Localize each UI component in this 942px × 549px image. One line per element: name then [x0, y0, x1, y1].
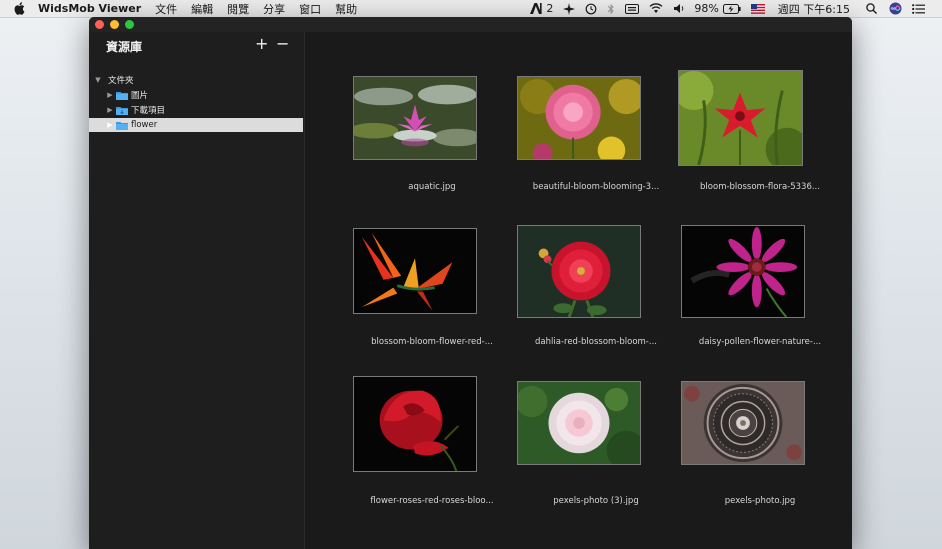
thumbnail-image-lotus[interactable]	[353, 76, 477, 160]
thumbnail-item[interactable]: dahlia-red-blossom-bloom-...	[514, 222, 678, 374]
thumbnail-item[interactable]: pexels-photo.jpg	[678, 370, 842, 522]
menu-window[interactable]: 窗口	[299, 1, 321, 17]
menu-bar: WidsMob Viewer 文件 編輯 閱覽 分享 窗口 幫助 2 98% 週…	[0, 0, 942, 18]
thumbnail-grid: aquatic.jpg beautiful-bloom-blooming-3..…	[305, 32, 852, 549]
thumbnail-caption: beautiful-bloom-blooming-3...	[532, 182, 660, 192]
remove-folder-button[interactable]: −	[276, 36, 289, 52]
disclosure-expanded-icon[interactable]: ▼	[94, 76, 102, 84]
disclosure-collapsed-icon[interactable]: ▶	[106, 121, 114, 129]
thumbnail-caption: pexels-photo (3).jpg	[553, 496, 639, 506]
library-sidebar: 資源庫 + − ▼ 文件夾 ▶ 圖片 ▶ 下載項目 ▶ flower	[89, 32, 305, 549]
tree-item-label: flower	[131, 120, 158, 130]
thumbnail-image-pink-daisy[interactable]	[681, 225, 805, 318]
library-title: 資源庫	[106, 40, 143, 54]
thumbnail-image-dome-ceiling[interactable]	[681, 381, 805, 465]
thumbnail-image-pink-dahlia[interactable]	[517, 76, 641, 160]
downloads-folder-icon	[116, 106, 128, 115]
menubar-clock[interactable]: 週四 下午6:15	[778, 1, 850, 17]
menu-share[interactable]: 分享	[263, 1, 285, 17]
thumbnail-caption: daisy-pollen-flower-nature-...	[698, 337, 822, 347]
minimize-window-button[interactable]	[110, 20, 119, 29]
menu-edit[interactable]: 編輯	[191, 1, 213, 17]
adobe-count: 2	[546, 2, 554, 15]
tree-root-folders[interactable]: ▼ 文件夾	[89, 73, 303, 87]
thumbnail-item[interactable]: blossom-bloom-flower-red-...	[350, 222, 514, 374]
us-flag-input-source-icon[interactable]	[750, 0, 765, 17]
battery-charging-icon[interactable]	[722, 0, 741, 17]
tree-item-label: 圖片	[131, 91, 149, 101]
tree-item-pictures[interactable]: ▶ 圖片	[89, 88, 303, 102]
wifi-icon[interactable]	[649, 0, 663, 17]
thumbnail-item[interactable]: pexels-photo (3).jpg	[514, 370, 678, 522]
thumbnail-item[interactable]: beautiful-bloom-blooming-3...	[514, 70, 678, 222]
thumbnail-item[interactable]: daisy-pollen-flower-nature-...	[678, 222, 842, 374]
thumbnail-item[interactable]: flower-roses-red-roses-bloo...	[350, 370, 514, 522]
tree-item-flower[interactable]: ▶ flower	[89, 118, 303, 132]
thumbnail-image-red-star-flower[interactable]	[678, 70, 803, 166]
thumbnail-caption: blossom-bloom-flower-red-...	[371, 337, 493, 347]
app-name-menu[interactable]: WidsMob Viewer	[38, 2, 141, 15]
thumbnail-caption: aquatic.jpg	[408, 182, 456, 192]
apple-menu-icon[interactable]	[14, 2, 26, 15]
thumbnail-item[interactable]: bloom-blossom-flora-5336...	[678, 70, 842, 222]
keyboard-icon[interactable]	[625, 0, 640, 17]
thumbnail-caption: flower-roses-red-roses-bloo...	[370, 496, 494, 506]
thumbnail-image-white-dahlia[interactable]	[517, 381, 641, 465]
volume-icon[interactable]	[673, 0, 686, 17]
title-bar[interactable]	[89, 17, 852, 32]
tree-item-downloads[interactable]: ▶ 下載項目	[89, 103, 303, 117]
thumbnail-caption: bloom-blossom-flora-5336...	[700, 182, 820, 192]
menu-help[interactable]: 幫助	[335, 1, 357, 17]
adobe-creative-cloud-icon[interactable]: 2	[530, 0, 553, 17]
airplane-icon[interactable]	[563, 0, 576, 17]
spotlight-search-icon[interactable]	[866, 0, 877, 17]
thumbnail-image-bird-of-paradise[interactable]	[353, 228, 477, 314]
add-folder-button[interactable]: +	[255, 36, 268, 52]
tree-item-label: 下載項目	[131, 106, 166, 116]
disclosure-collapsed-icon[interactable]: ▶	[106, 91, 114, 99]
notification-center-icon[interactable]	[912, 0, 925, 17]
thumbnail-caption: dahlia-red-blossom-bloom-...	[535, 337, 657, 347]
tree-root-label: 文件夾	[108, 76, 134, 86]
thumbnail-image-red-dahlia[interactable]	[517, 225, 641, 318]
battery-percentage: 98%	[694, 2, 719, 15]
thumbnail-caption: pexels-photo.jpg	[724, 496, 796, 506]
folder-icon	[116, 91, 128, 100]
close-window-button[interactable]	[95, 20, 104, 29]
bluetooth-icon[interactable]	[607, 0, 615, 17]
siri-icon[interactable]	[889, 0, 902, 17]
thumbnail-item[interactable]: aquatic.jpg	[350, 70, 514, 222]
folder-icon	[116, 121, 128, 130]
time-machine-icon[interactable]	[585, 0, 597, 17]
disclosure-collapsed-icon[interactable]: ▶	[106, 106, 114, 114]
menu-view[interactable]: 閱覽	[227, 1, 249, 17]
zoom-window-button[interactable]	[125, 20, 134, 29]
menu-file[interactable]: 文件	[155, 1, 177, 17]
viewer-window: 資源庫 + − ▼ 文件夾 ▶ 圖片 ▶ 下載項目 ▶ flower aquat…	[89, 17, 852, 549]
thumbnail-image-red-rose[interactable]	[353, 376, 477, 472]
